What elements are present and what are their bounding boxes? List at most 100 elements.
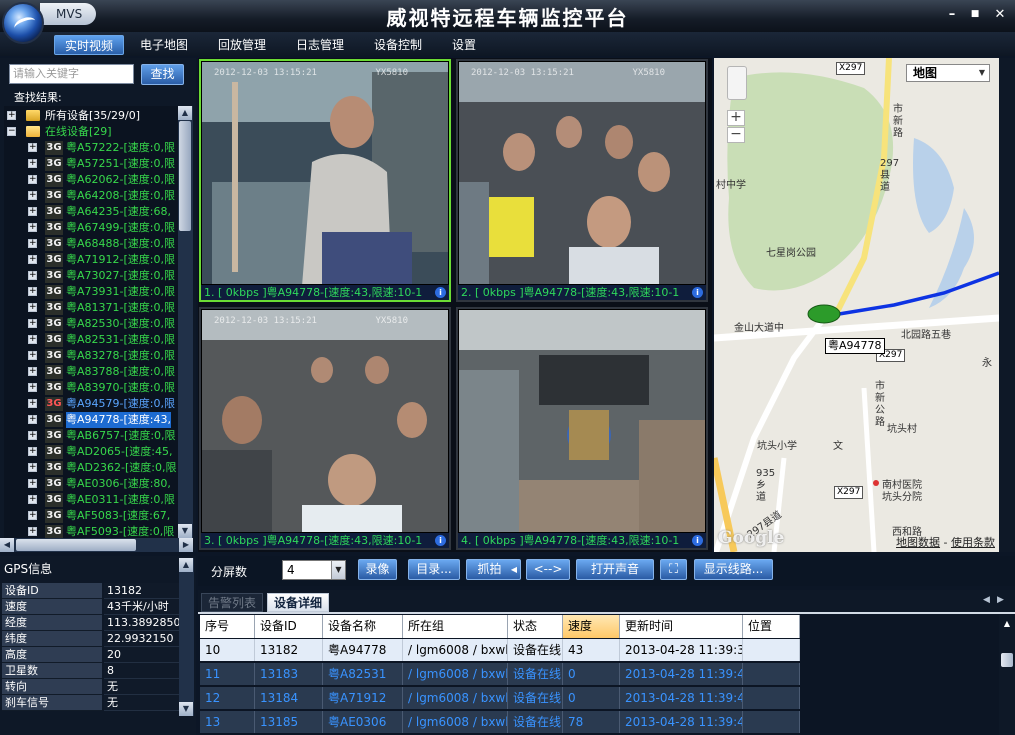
open-audio-button[interactable]: 打开声音 (576, 559, 654, 580)
tree-device-item[interactable]: +3G 粤A94579-[速度:0,限 (4, 396, 178, 412)
expand-icon[interactable]: + (28, 367, 37, 376)
column-header[interactable]: 设备名称 (323, 615, 403, 638)
fullscreen-icon[interactable]: ⛶ (660, 559, 687, 580)
minimize-button[interactable]: – (943, 7, 961, 22)
terms-link[interactable]: 使用条款 (951, 536, 995, 549)
tree-device-item[interactable]: +3G 粤AD2065-[速度:45, (4, 444, 178, 460)
scroll-up-icon[interactable]: ▲ (178, 106, 192, 120)
column-header[interactable]: 序号 (200, 615, 255, 638)
scroll-left-icon[interactable]: ◀ (0, 538, 14, 552)
column-header[interactable]: 更新时间 (620, 615, 743, 638)
tree-device-item[interactable]: +3G 粤A81371-[速度:0,限 (4, 300, 178, 316)
gps-vscrollbar[interactable]: ▲ ▼ (179, 558, 194, 716)
close-button[interactable]: ✕ (991, 7, 1009, 22)
expand-icon[interactable]: + (28, 431, 37, 440)
tab-scroll-left-icon[interactable]: ◀ (983, 595, 990, 605)
info-icon[interactable]: i (692, 287, 703, 298)
search-input[interactable]: 请输入关键字 (9, 64, 134, 84)
tree-device-item[interactable]: +3G 粤AB6757-[速度:0,限 (4, 428, 178, 444)
tree-device-item[interactable]: +3G 粤A83788-[速度:0,限 (4, 364, 178, 380)
tree-device-item[interactable]: +3G 粤A83970-[速度:0,限 (4, 380, 178, 396)
menu-playback[interactable]: 回放管理 (208, 35, 276, 55)
video-channel-4[interactable]: 4. [ 0kbps ]粤A94778-[速度:43,限速:10-1 i (456, 307, 708, 550)
table-row[interactable]: 13 13185 粤AE0306/ lgm6008 / bxwl; 设备在线 78 201… (200, 711, 800, 733)
tree-node-online-devices[interactable]: − 在线设备[29] (4, 124, 178, 140)
scroll-up-icon[interactable]: ▲ (1000, 617, 1014, 631)
maximize-button[interactable]: ■ (966, 9, 984, 19)
tree-device-item[interactable]: +3G 粤A57251-[速度:0,限 (4, 156, 178, 172)
tree-device-item[interactable]: +3G 粤A68488-[速度:0,限 (4, 236, 178, 252)
expand-icon[interactable]: + (28, 271, 37, 280)
expand-icon[interactable]: + (28, 191, 37, 200)
expand-icon[interactable]: + (7, 111, 16, 120)
expand-icon[interactable]: + (28, 479, 37, 488)
chevron-down-icon[interactable]: ▼ (331, 561, 345, 579)
expand-icon[interactable]: + (28, 415, 37, 424)
column-header[interactable]: 速度 (563, 615, 620, 638)
scroll-down-icon[interactable]: ▼ (179, 702, 193, 716)
tree-device-item[interactable]: +3G 粤AF5093-[速度:0,限 (4, 524, 178, 538)
tab-scroll-right-icon[interactable]: ▶ (997, 595, 1004, 605)
tree-device-item[interactable]: +3G 粤AF5083-[速度:67, (4, 508, 178, 524)
expand-icon[interactable]: + (28, 143, 37, 152)
expand-icon[interactable]: + (28, 511, 37, 520)
tree-vscrollbar[interactable]: ▲ ▼ (178, 106, 193, 538)
expand-icon[interactable]: + (28, 495, 37, 504)
tree-device-item[interactable]: +3G 粤A57222-[速度:0,限 (4, 140, 178, 156)
scroll-thumb[interactable] (179, 121, 191, 231)
menu-settings[interactable]: 设置 (442, 35, 486, 55)
tab-alarm-list[interactable]: 告警列表 (201, 593, 264, 612)
menu-live-video[interactable]: 实时视频 (54, 35, 125, 55)
tree-device-item[interactable]: +3G 粤A73931-[速度:0,限 (4, 284, 178, 300)
tree-device-item[interactable]: +3G 粤AE0306-[速度:80, (4, 476, 178, 492)
column-header[interactable]: 设备ID (255, 615, 323, 638)
zoom-in-icon[interactable]: + (727, 110, 745, 126)
table-row[interactable]: 12 13184 粤A71912/ lgm6008 / bxwl; 设备在线 0 2013… (200, 687, 800, 709)
scroll-up-icon[interactable]: ▲ (179, 558, 193, 572)
expand-icon[interactable]: + (28, 175, 37, 184)
column-header[interactable]: 状态 (508, 615, 563, 638)
tree-device-item[interactable]: +3G 粤A62062-[速度:0,限 (4, 172, 178, 188)
catalog-button[interactable]: 目录... (408, 559, 460, 580)
zoom-out-icon[interactable]: − (727, 127, 745, 143)
expand-icon[interactable]: + (28, 335, 37, 344)
search-button[interactable]: 查找 (141, 64, 184, 85)
scroll-right-icon[interactable]: ▶ (179, 538, 193, 552)
menu-logs[interactable]: 日志管理 (286, 35, 354, 55)
expand-icon[interactable]: + (28, 319, 37, 328)
info-icon[interactable]: i (692, 535, 703, 546)
tree-device-item[interactable]: +3G 粤A82530-[速度:0,限 (4, 316, 178, 332)
expand-icon[interactable]: + (28, 207, 37, 216)
table-row[interactable]: 10 13182 粤A94778/ lgm6008 / bxwl; 设备在线 43 201… (200, 639, 800, 661)
expand-icon[interactable]: + (28, 255, 37, 264)
tab-device-details[interactable]: 设备详细 (267, 593, 330, 612)
tree-device-item[interactable]: +3G 粤A71912-[速度:0,限 (4, 252, 178, 268)
hscroll-thumb[interactable] (16, 539, 136, 551)
map-type-select[interactable]: 地图 ▼ (906, 64, 990, 82)
arrows-button[interactable]: <--> (526, 559, 570, 580)
tree-device-item[interactable]: +3G 粤A83278-[速度:0,限 (4, 348, 178, 364)
tree-device-item[interactable]: +3G 粤AE0311-[速度:0,限 (4, 492, 178, 508)
info-icon[interactable]: i (435, 535, 446, 546)
expand-icon[interactable]: + (28, 303, 37, 312)
tree-device-item[interactable]: +3G 粤A64235-[速度:68, (4, 204, 178, 220)
video-channel-1[interactable]: 2012-12-03 13:15:21 YX5810 1. [ 0kbps ]粤… (199, 59, 451, 302)
expand-icon[interactable]: + (28, 527, 37, 536)
expand-icon[interactable]: + (28, 447, 37, 456)
tree-hscrollbar[interactable]: ◀ ▶ (0, 538, 193, 552)
tree-device-item[interactable]: +3G 粤A82531-[速度:0,限 (4, 332, 178, 348)
map-data-link[interactable]: 地图数据 (896, 536, 940, 549)
scroll-down-icon[interactable]: ▼ (178, 524, 192, 538)
menu-device-control[interactable]: 设备控制 (364, 35, 432, 55)
info-icon[interactable]: i (435, 287, 446, 298)
details-vscrollbar[interactable]: ▲ (999, 615, 1015, 735)
split-screen-select[interactable]: 4 ▼ (282, 560, 346, 580)
column-header[interactable]: 所在组 (403, 615, 508, 638)
map-view[interactable]: + − 地图 ▼ X297 X297 X297 村中学 七星岗公园 金山大道中 北… (714, 58, 999, 552)
mvs-tab[interactable]: MVS (40, 3, 96, 25)
expand-icon[interactable]: + (28, 223, 37, 232)
tree-device-item[interactable]: +3G 粤A73027-[速度:0,限 (4, 268, 178, 284)
expand-icon[interactable]: + (28, 399, 37, 408)
tree-node-all-devices[interactable]: + 所有设备[35/29/0] (4, 108, 178, 124)
street-view-pegman-icon[interactable] (727, 66, 747, 100)
